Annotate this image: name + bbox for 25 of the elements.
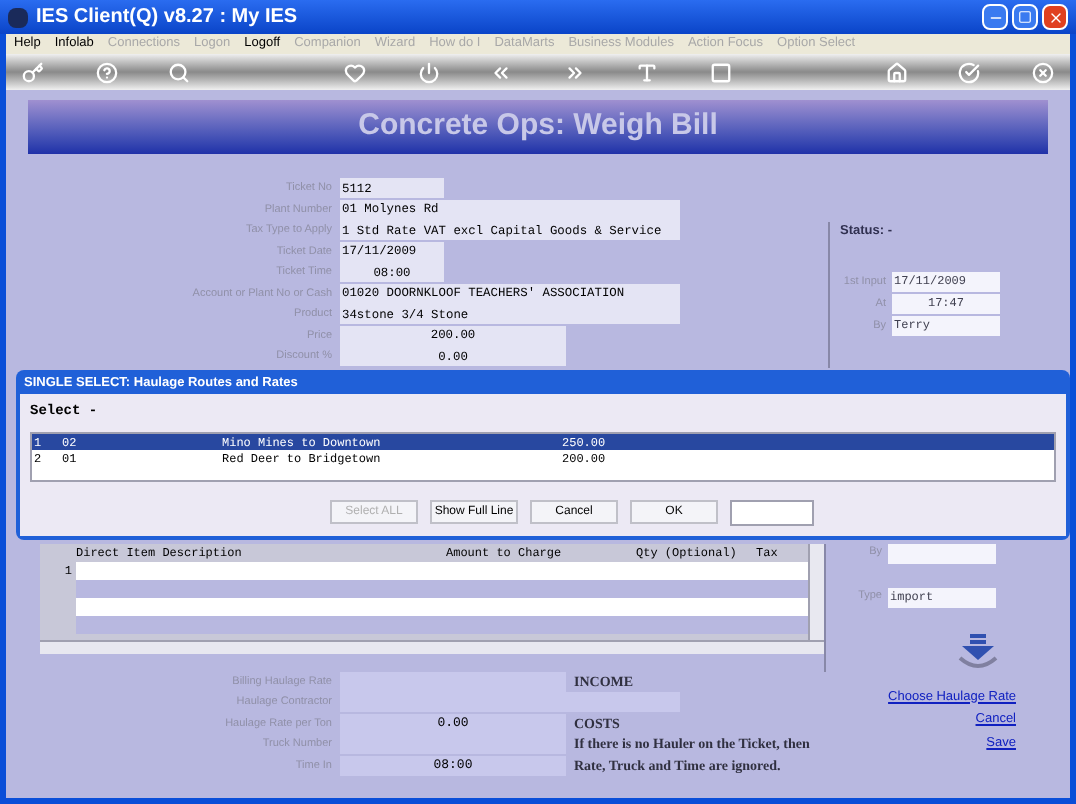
power-icon[interactable] <box>417 61 440 83</box>
form-title: Concrete Ops: Weigh Bill <box>358 106 718 147</box>
close-icon <box>1047 9 1063 25</box>
help-icon[interactable] <box>95 61 118 83</box>
vertical-scrollbar[interactable] <box>808 543 824 639</box>
check-icon[interactable] <box>958 61 981 83</box>
download-icon[interactable] <box>956 631 1000 671</box>
horizontal-scrollbar[interactable] <box>40 639 824 653</box>
key-icon[interactable] <box>22 61 44 83</box>
square-icon[interactable] <box>709 61 732 83</box>
search-icon[interactable] <box>168 61 191 83</box>
heart-icon[interactable] <box>343 61 366 83</box>
double-left-icon[interactable] <box>490 61 513 83</box>
window-title: IES Client(Q) v8.27 : My IES <box>36 4 298 32</box>
double-right-icon[interactable] <box>563 61 586 83</box>
text-icon[interactable] <box>636 61 659 83</box>
input-field[interactable] <box>888 543 996 563</box>
maximize-button[interactable] <box>1012 4 1038 30</box>
close-button[interactable] <box>1042 4 1068 30</box>
close-icon[interactable] <box>1031 61 1054 83</box>
minimize-button[interactable] <box>982 4 1008 30</box>
input-field[interactable] <box>730 499 814 525</box>
home-icon[interactable] <box>885 61 908 83</box>
maximize-icon <box>1018 10 1032 24</box>
app-icon <box>8 7 28 27</box>
